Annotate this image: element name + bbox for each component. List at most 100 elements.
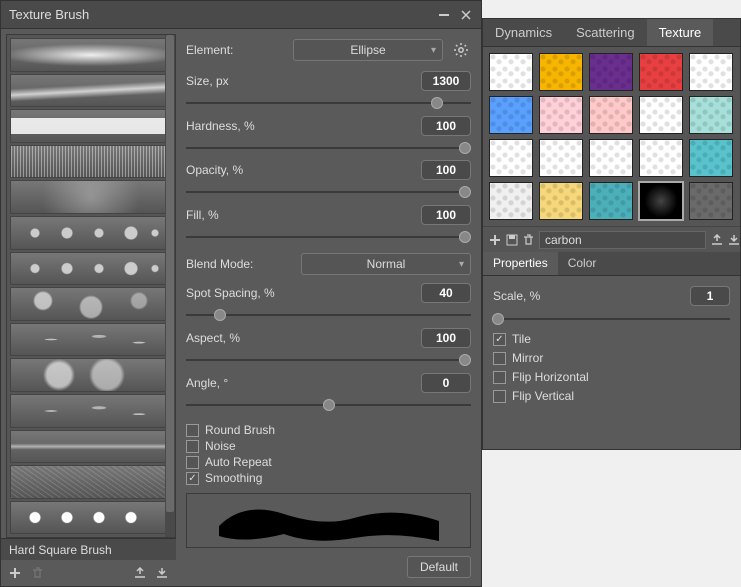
add-texture-icon[interactable] [489, 232, 501, 248]
aspect-slider[interactable] [186, 352, 471, 367]
spacing-slider[interactable] [186, 307, 471, 322]
texture-swatch[interactable] [689, 96, 733, 134]
angle-label: Angle, ° [186, 376, 413, 390]
texture-swatch[interactable] [489, 182, 533, 220]
brush-preset[interactable] [10, 38, 172, 72]
texture-sub-tabs: Properties Color [483, 252, 740, 276]
tab-scattering[interactable]: Scattering [564, 19, 647, 46]
brush-preset[interactable] [10, 74, 172, 108]
close-icon[interactable] [459, 8, 473, 22]
export-texture-icon[interactable] [728, 232, 740, 248]
texture-swatch[interactable] [639, 182, 683, 220]
auto-repeat-checkbox[interactable] [186, 456, 199, 469]
sub-tab-color[interactable]: Color [558, 252, 607, 275]
brush-list-footer [1, 560, 176, 586]
add-brush-icon[interactable] [7, 565, 23, 581]
scale-slider[interactable] [493, 311, 730, 327]
texture-swatch[interactable] [539, 182, 583, 220]
brush-preset-list[interactable] [6, 34, 176, 538]
round-brush-checkbox[interactable] [186, 424, 199, 437]
mirror-checkbox[interactable] [493, 352, 506, 365]
spacing-field[interactable]: 40 [421, 283, 471, 303]
hardness-label: Hardness, % [186, 119, 413, 133]
aspect-field[interactable]: 100 [421, 328, 471, 348]
scale-field[interactable]: 1 [690, 286, 730, 306]
opacity-field[interactable]: 100 [421, 160, 471, 180]
texture-swatch[interactable] [639, 139, 683, 177]
sub-tab-properties[interactable]: Properties [483, 252, 558, 275]
import-brush-icon[interactable] [132, 565, 148, 581]
texture-swatch[interactable] [689, 139, 733, 177]
size-field[interactable]: 1300 [421, 71, 471, 91]
smoothing-checkbox[interactable] [186, 472, 199, 485]
texture-swatch[interactable] [639, 53, 683, 91]
opacity-label: Opacity, % [186, 163, 413, 177]
fill-field[interactable]: 100 [421, 205, 471, 225]
delete-brush-icon[interactable] [29, 565, 45, 581]
tab-texture[interactable]: Texture [647, 19, 714, 46]
brush-preset[interactable] [10, 430, 172, 464]
panel-title: Texture Brush [9, 7, 429, 22]
save-texture-icon[interactable] [506, 232, 518, 248]
minimize-icon[interactable] [437, 8, 451, 22]
brush-preset[interactable] [10, 145, 172, 179]
angle-slider[interactable] [186, 397, 471, 412]
brush-preset[interactable] [10, 358, 172, 392]
blend-mode-dropdown[interactable]: Normal [301, 253, 471, 275]
brush-preset[interactable] [10, 109, 172, 143]
texture-swatch[interactable] [639, 96, 683, 134]
gear-icon[interactable] [451, 40, 471, 60]
noise-label: Noise [205, 439, 236, 453]
angle-field[interactable]: 0 [421, 373, 471, 393]
brush-preset[interactable] [10, 287, 172, 321]
tile-checkbox[interactable] [493, 333, 506, 346]
texture-swatch[interactable] [689, 182, 733, 220]
brush-preset[interactable] [10, 501, 172, 535]
auto-repeat-label: Auto Repeat [205, 455, 272, 469]
smoothing-label: Smoothing [205, 471, 262, 485]
export-brush-icon[interactable] [154, 565, 170, 581]
opacity-slider[interactable] [186, 184, 471, 199]
texture-swatch[interactable] [539, 96, 583, 134]
import-texture-icon[interactable] [711, 232, 723, 248]
scale-label: Scale, % [493, 289, 682, 303]
delete-texture-icon[interactable] [523, 232, 534, 248]
texture-swatch[interactable] [539, 139, 583, 177]
fill-slider[interactable] [186, 229, 471, 244]
flip-v-checkbox[interactable] [493, 390, 506, 403]
texture-swatch[interactable] [589, 182, 633, 220]
element-dropdown[interactable]: Ellipse [293, 39, 443, 61]
default-button[interactable]: Default [407, 556, 471, 578]
texture-swatch[interactable] [489, 53, 533, 91]
texture-swatch[interactable] [589, 139, 633, 177]
texture-swatch[interactable] [689, 53, 733, 91]
tile-label: Tile [512, 332, 531, 346]
brush-preset[interactable] [10, 394, 172, 428]
texture-properties: Scale, % 1 Tile Mirror Flip Horizontal F… [483, 276, 740, 411]
texture-name-input[interactable] [539, 231, 706, 249]
selected-brush-name: Hard Square Brush [1, 538, 176, 560]
texture-swatch[interactable] [489, 139, 533, 177]
texture-grid [483, 47, 740, 226]
hardness-slider[interactable] [186, 140, 471, 155]
brush-preset[interactable] [10, 180, 172, 214]
blend-label: Blend Mode: [186, 257, 293, 271]
brush-settings: Element: Ellipse Size, px 1300 Hardness,… [176, 29, 481, 586]
noise-checkbox[interactable] [186, 440, 199, 453]
brush-preset[interactable] [10, 465, 172, 499]
size-label: Size, px [186, 74, 413, 88]
texture-brush-panel: Texture Brush [0, 0, 482, 587]
size-slider[interactable] [186, 95, 471, 110]
brush-preset[interactable] [10, 252, 172, 286]
texture-swatch[interactable] [489, 96, 533, 134]
flip-h-checkbox[interactable] [493, 371, 506, 384]
texture-swatch[interactable] [589, 96, 633, 134]
hardness-field[interactable]: 100 [421, 116, 471, 136]
brush-preset[interactable] [10, 216, 172, 250]
brush-list-scrollbar[interactable] [165, 35, 175, 537]
round-brush-label: Round Brush [205, 423, 275, 437]
tab-dynamics[interactable]: Dynamics [483, 19, 564, 46]
brush-preset[interactable] [10, 323, 172, 357]
texture-swatch[interactable] [539, 53, 583, 91]
texture-swatch[interactable] [589, 53, 633, 91]
